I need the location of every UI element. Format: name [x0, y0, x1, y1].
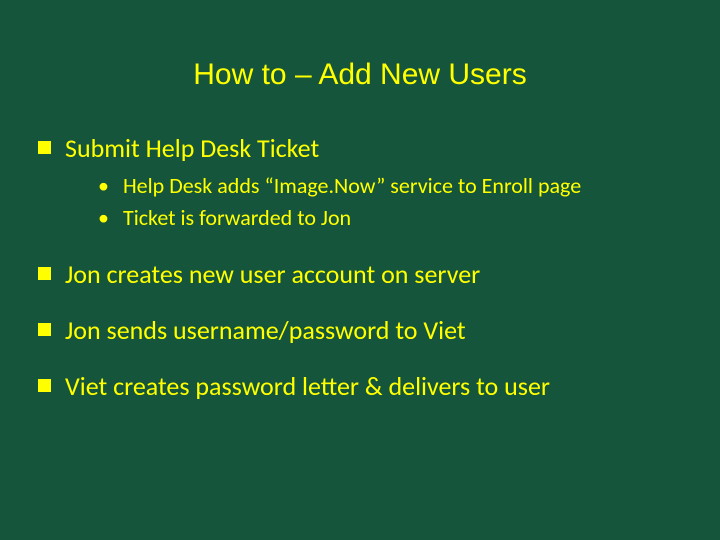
bullet-dot-icon: • — [98, 172, 109, 200]
bullet-square-icon — [38, 323, 51, 336]
bullet-square-icon — [38, 267, 51, 280]
list-item-label: Viet creates password letter & delivers … — [65, 370, 550, 402]
list-item: Viet creates password letter & delivers … — [38, 370, 690, 402]
list-item-label: Submit Help Desk Ticket — [65, 132, 319, 164]
bullet-square-icon — [38, 379, 51, 392]
list-item: • Help Desk adds “Image.Now” service to … — [98, 172, 690, 200]
list-item: Jon sends username/password to Viet — [38, 314, 690, 346]
bullet-square-icon — [38, 141, 51, 154]
list-item: • Ticket is forwarded to Jon — [98, 204, 690, 232]
sub-item-label: Help Desk adds “Image.Now” service to En… — [123, 172, 581, 200]
list-item: Jon creates new user account on server — [38, 258, 690, 290]
sub-item-label: Ticket is forwarded to Jon — [123, 204, 351, 232]
bullet-dot-icon: • — [98, 204, 109, 232]
list-item-label: Jon sends username/password to Viet — [65, 314, 466, 346]
slide-title: How to – Add New Users — [0, 0, 720, 132]
list-item-label: Jon creates new user account on server — [65, 258, 480, 290]
list-item: Submit Help Desk Ticket — [38, 132, 690, 164]
sub-list: • Help Desk adds “Image.Now” service to … — [38, 172, 690, 232]
slide-content: Submit Help Desk Ticket • Help Desk adds… — [0, 132, 720, 402]
